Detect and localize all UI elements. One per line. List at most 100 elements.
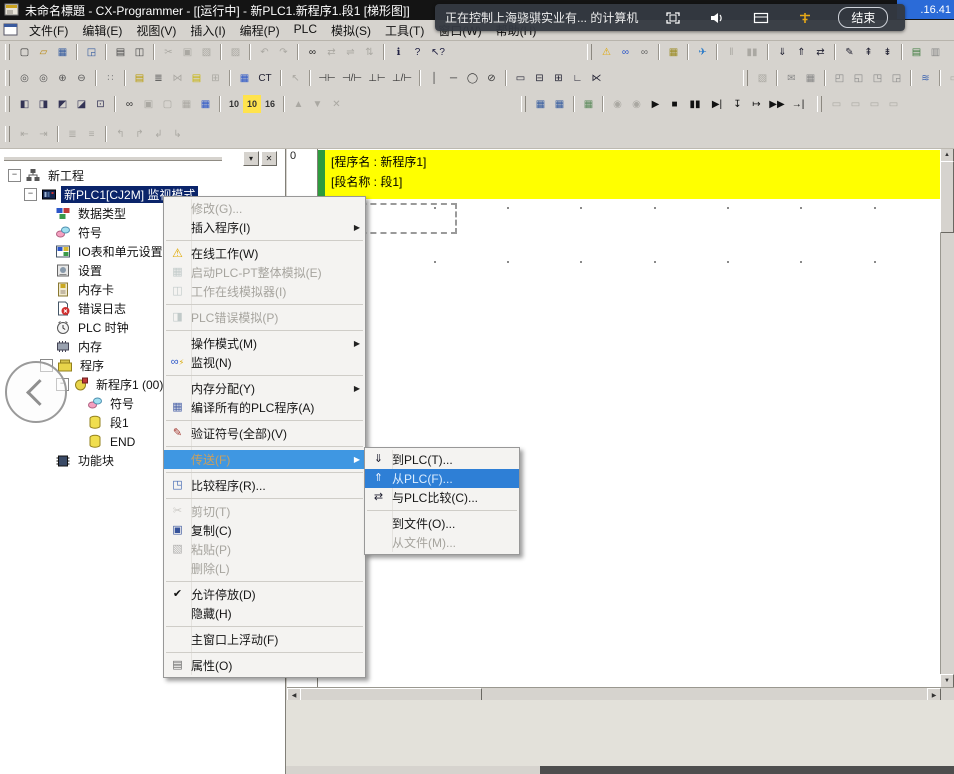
menu-item-监视[interactable]: ∞⚡监视(N): [164, 353, 365, 372]
tree-item-内存卡[interactable]: 内存卡: [40, 280, 117, 299]
tree-item-错误日志[interactable]: 错误日志: [40, 299, 129, 318]
monitor-all-button[interactable]: ∞: [635, 43, 654, 61]
print-button[interactable]: ▤: [111, 43, 130, 61]
toolbar-grip[interactable]: [521, 96, 526, 112]
rung-annotation-list-button[interactable]: ≣: [63, 125, 82, 143]
save-project-button[interactable]: ▦: [53, 43, 72, 61]
outdent-button[interactable]: ⇥: [34, 125, 53, 143]
transfer-to-plc-button[interactable]: ⇓: [773, 43, 792, 61]
invert-input-button[interactable]: ⋉: [587, 69, 606, 87]
fullscreen-icon[interactable]: [664, 10, 682, 26]
force-on-button[interactable]: ▲: [289, 95, 308, 113]
horizontal-scrollbar[interactable]: ◀ ▶: [287, 687, 954, 700]
tree-item-新工程[interactable]: −新工程: [8, 166, 87, 185]
view-sheet-button[interactable]: ▢: [158, 95, 177, 113]
compare-with-plc-button[interactable]: ⇄: [811, 43, 830, 61]
io-table-button[interactable]: ▥: [926, 43, 945, 61]
scan-run-button[interactable]: →|: [788, 95, 808, 113]
coil-button[interactable]: ◯: [463, 69, 482, 87]
monitor-window-2-button[interactable]: ▭: [846, 95, 865, 113]
open-project-button[interactable]: ▱: [34, 43, 53, 61]
output-window-button[interactable]: ◧: [15, 95, 34, 113]
menu-item-工作在线模拟器[interactable]: ◫工作在线模拟器(I): [164, 282, 365, 301]
toolbar-grip[interactable]: [743, 70, 748, 86]
cross-reference-button[interactable]: ◩: [53, 95, 72, 113]
sim-pause-button[interactable]: ▮▮: [684, 95, 706, 113]
menu-item-属性[interactable]: ▤属性(O): [164, 656, 365, 675]
monitor-signed-decimal-button[interactable]: 10: [243, 95, 261, 113]
expand-toggle[interactable]: −: [24, 188, 37, 201]
insert-rung-below-button[interactable]: ◱: [849, 69, 868, 87]
menu-item-内存分配[interactable]: 内存分配(Y)▶: [164, 379, 365, 398]
rung-display-button[interactable]: ▤: [187, 69, 206, 87]
selection-mode-button[interactable]: ↖: [286, 69, 305, 87]
zoom-100-button[interactable]: ◎: [34, 69, 53, 87]
address-reference-button[interactable]: ◪: [72, 95, 91, 113]
drag-handle[interactable]: [4, 156, 222, 161]
menu-item-从文件[interactable]: 从文件(M)...: [365, 533, 519, 552]
tree-item-IO表和单元设置[interactable]: IO表和单元设置: [40, 242, 166, 261]
pause-button[interactable]: ▮▮: [741, 43, 763, 61]
toolbar-grip[interactable]: [5, 44, 10, 60]
auto-online-button[interactable]: ✈: [693, 43, 712, 61]
tree-item-功能块[interactable]: 功能块: [40, 451, 117, 470]
step-run-button[interactable]: ▶|: [706, 95, 728, 113]
menu-item-主窗口上浮动[interactable]: 主窗口上浮动(F): [164, 630, 365, 649]
tree-item-段1[interactable]: 段1: [72, 413, 132, 432]
menubar-item[interactable]: 编辑(E): [75, 21, 129, 40]
contact-nc-button[interactable]: ⊣/⊢: [339, 69, 365, 87]
watch-window-button[interactable]: ◨: [34, 95, 53, 113]
menubar-item[interactable]: 模拟(S): [324, 21, 378, 40]
sim-file-memory-button[interactable]: ▦: [579, 95, 598, 113]
contact-or-nc-button[interactable]: ⊥/⊢: [389, 69, 415, 87]
menu-item-编译所有的PLC程序[interactable]: ▦编译所有的PLC程序(A): [164, 398, 365, 417]
menu-item-剪切[interactable]: ✂剪切(T): [164, 502, 365, 521]
sim-run-button[interactable]: ▶: [646, 95, 665, 113]
monitor-window-1-button[interactable]: ▭: [827, 95, 846, 113]
insert-rung-above-button[interactable]: ◰: [830, 69, 849, 87]
watch-sheet-button[interactable]: ▣: [139, 95, 158, 113]
tree-item-新程序1 (00)[interactable]: −新程序1 (00): [56, 375, 166, 394]
tree-item-END[interactable]: END: [72, 432, 138, 451]
expand-toggle[interactable]: −: [8, 169, 21, 182]
remote-tools-icon[interactable]: [796, 10, 814, 26]
sim-stop-button[interactable]: ■: [665, 95, 684, 113]
menu-item-隐藏[interactable]: 隐藏(H): [164, 604, 365, 623]
monitor-button[interactable]: ∞: [616, 43, 635, 61]
new-document-button[interactable]: ▢: [15, 43, 34, 61]
fb-parameter-button[interactable]: ⊞: [549, 69, 568, 87]
io-multiview-button[interactable]: ⊡: [91, 95, 110, 113]
zoom-in-button[interactable]: ⊕: [53, 69, 72, 87]
help-button[interactable]: ?: [408, 43, 427, 61]
line-connect-button[interactable]: ∟: [568, 69, 587, 87]
menu-item-启动PLC-PT整体模拟[interactable]: ▦启动PLC-PT整体模拟(E): [164, 263, 365, 282]
find-address-button[interactable]: ∞: [120, 95, 139, 113]
tree-item-设置[interactable]: 设置: [40, 261, 105, 280]
menu-item-允许停放[interactable]: ✔允许停放(D): [164, 585, 365, 604]
zoom-out-button[interactable]: ⊖: [72, 69, 91, 87]
sim-save-as-button[interactable]: ▦: [550, 95, 569, 113]
fb-invoke-button[interactable]: ⊟: [530, 69, 549, 87]
find-in-project-button[interactable]: ⇌: [341, 43, 360, 61]
step-into-button[interactable]: ↧: [728, 95, 747, 113]
menu-item-从PLC[interactable]: ⇑从PLC(F)...: [365, 469, 519, 488]
monitor-window-3-button[interactable]: ▭: [865, 95, 884, 113]
binary-display-button[interactable]: ▦: [196, 95, 215, 113]
tree-item-PLC 时钟[interactable]: PLC 时钟: [40, 318, 132, 337]
rung-wrap-button[interactable]: ≡: [82, 125, 101, 143]
tree-item-内存[interactable]: 内存: [40, 337, 105, 356]
toolbar-grip[interactable]: [5, 96, 10, 112]
menu-item-在线工作[interactable]: ⚠在线工作(W): [164, 244, 365, 263]
monitor-hex-button[interactable]: 16: [261, 95, 279, 113]
menu-item-操作模式[interactable]: 操作模式(M)▶: [164, 334, 365, 353]
vertical-scrollbar[interactable]: ▲ ▼: [940, 148, 954, 688]
indent-button[interactable]: ⇤: [15, 125, 34, 143]
scroll-down-button[interactable]: ▼: [940, 674, 954, 688]
data-trace-button[interactable]: ▭: [945, 69, 954, 87]
menu-item-与PLC比较[interactable]: ⇄与PLC比较(C)...: [365, 488, 519, 507]
vscroll-thumb[interactable]: [940, 161, 954, 233]
work-online-button[interactable]: ⚠: [597, 43, 616, 61]
paste-button[interactable]: ▧: [197, 43, 216, 61]
redo-button[interactable]: ↷: [274, 43, 293, 61]
menu-item-验证符号[interactable]: ✎验证符号(全部)(V): [164, 424, 365, 443]
